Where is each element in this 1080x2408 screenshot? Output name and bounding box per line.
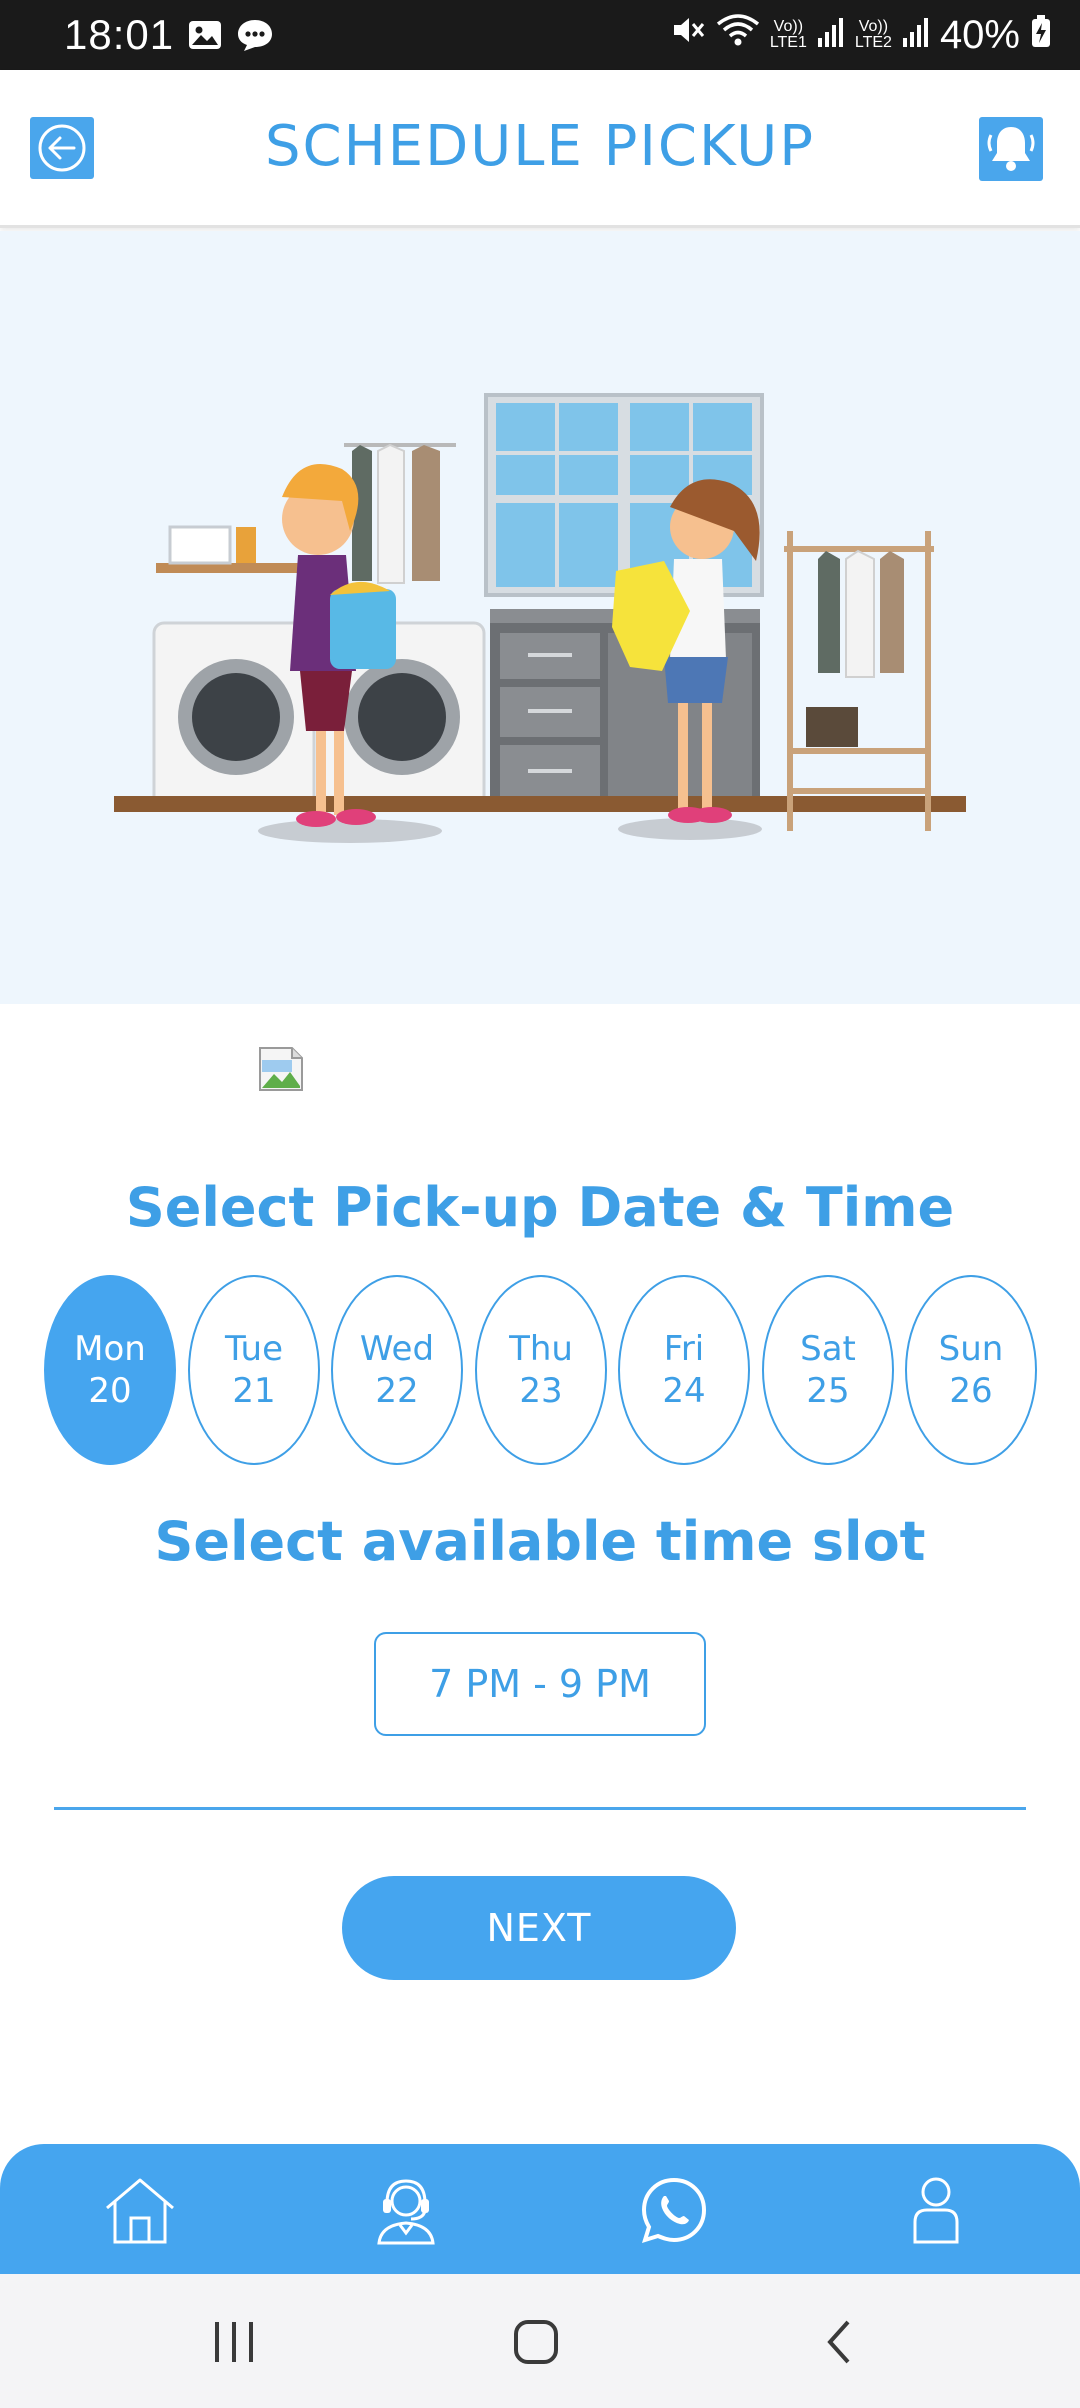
profile-icon [913,2177,959,2244]
mute-icon [670,12,706,58]
app-header: SCHEDULE PICKUP [0,70,1080,228]
date-option-sun[interactable]: Sun 26 [905,1275,1037,1465]
recent-apps-button[interactable] [204,2312,264,2372]
battery-percent: 40% [939,12,1020,57]
system-nav-bar [0,2274,1080,2408]
date-option-sat[interactable]: Sat 25 [762,1275,894,1465]
date-day-label: Wed [359,1329,435,1369]
home-circle-icon [514,2320,558,2364]
gallery-icon [188,20,222,50]
date-day-label: Tue [224,1329,284,1369]
date-number-label: 25 [806,1371,850,1411]
date-number-label: 23 [519,1371,563,1411]
signal-icon [817,12,845,58]
date-number-label: 21 [232,1371,276,1411]
date-number-label: 20 [88,1371,132,1411]
time-slot-title: Select available time slot [154,1510,926,1573]
bottom-nav [0,2144,1080,2274]
broken-image-placeholder [258,1046,304,1092]
message-icon [236,18,274,52]
bell-icon [987,127,1035,171]
date-option-mon[interactable]: Mon 20 [44,1275,176,1465]
nav-whatsapp[interactable] [634,2172,714,2248]
battery-charging-icon [1030,12,1052,58]
back-chevron-icon [827,2320,850,2364]
laundry-room-illustration [0,231,1080,1004]
date-option-wed[interactable]: Wed 22 [331,1275,463,1465]
home-button[interactable] [506,2312,566,2372]
page-title: SCHEDULE PICKUP [265,114,815,179]
date-selector: Mon 20 Tue 21 Wed 22 Thu 23 Fri 24 Sat 25 Sun 26 [44,1275,1044,1465]
sim2-label: Vo)) LTE2 [854,18,892,51]
recent-apps-icon [215,2322,253,2362]
date-section-title: Select Pick-up Date & Time [125,1176,955,1239]
home-icon [106,2178,174,2244]
notifications-button[interactable] [979,117,1043,181]
nav-home[interactable] [100,2172,180,2248]
date-number-label: 24 [662,1371,706,1411]
wifi-icon [716,12,760,58]
next-button[interactable]: NEXT [342,1876,736,1980]
date-number-label: 26 [949,1371,993,1411]
status-time: 18:01 [64,11,175,58]
date-day-label: Mon [74,1329,146,1369]
nav-profile[interactable] [896,2172,976,2248]
time-slot-button[interactable]: 7 PM - 9 PM [374,1632,706,1736]
back-nav-button[interactable] [808,2312,868,2372]
date-number-label: 22 [375,1371,419,1411]
date-option-tue[interactable]: Tue 21 [188,1275,320,1465]
date-day-label: Thu [509,1329,573,1369]
signal-icon [902,12,930,58]
support-agent-icon [377,2179,435,2245]
date-day-label: Sun [938,1329,1004,1369]
date-option-fri[interactable]: Fri 24 [618,1275,750,1465]
nav-support[interactable] [366,2172,446,2248]
whatsapp-icon [641,2177,707,2244]
date-day-label: Sat [800,1329,856,1369]
date-option-thu[interactable]: Thu 23 [475,1275,607,1465]
date-day-label: Fri [663,1329,705,1369]
status-bar: 18:01 Vo)) LTE1 Vo)) LTE2 40% [0,0,1080,70]
divider [54,1807,1026,1810]
sim1-label: Vo)) LTE1 [769,18,807,51]
